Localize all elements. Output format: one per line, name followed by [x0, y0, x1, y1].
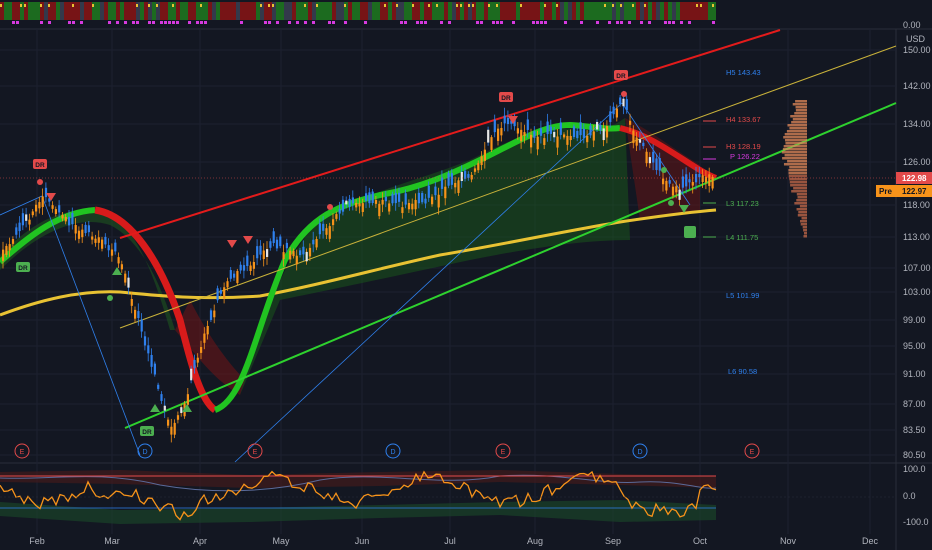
volume-profile [781, 100, 807, 238]
event-label: D [142, 449, 147, 456]
event-label: E [750, 449, 755, 456]
time-axis-label: Aug [527, 536, 543, 546]
event-label: E [253, 449, 258, 456]
signal-tag-top-3: DR [616, 73, 626, 80]
price-axis-label: 103.00 [903, 287, 931, 297]
pivot-l4: L4 111.75 [726, 233, 758, 242]
time-axis-label: Nov [780, 536, 797, 546]
pre-market-badge: Pre 122.97 [876, 185, 932, 197]
pivot-h4: H4 133.67 [726, 115, 761, 124]
time-axis[interactable]: Feb Mar Apr May Jun Jul Aug Sep Oct Nov Dec [29, 536, 878, 546]
time-axis-label: Apr [193, 536, 207, 546]
pivot-l5: L5 101.99 [726, 291, 759, 300]
pivot-l6: L6 90.58 [728, 367, 757, 376]
trend-cloud [0, 118, 700, 395]
time-axis-label: Jun [355, 536, 370, 546]
top-indicator-panel [0, 0, 896, 26]
time-axis-label: Jul [444, 536, 456, 546]
pre-market-label: Pre [879, 187, 892, 196]
last-price-badge: 122.98 [896, 172, 932, 184]
pivot-l3: L3 117.23 [726, 199, 759, 208]
price-axis-label: 113.00 [903, 232, 930, 242]
time-axis-label: Sep [605, 536, 621, 546]
time-axis-label: May [272, 536, 290, 546]
signal-tag-bottom-1: DR [18, 265, 28, 272]
price-axis-label: 150.00 [903, 45, 931, 55]
signal-tag-top-2: DR [501, 95, 511, 102]
channel-mid-line [119, 45, 897, 329]
currency-label: USD [906, 34, 926, 44]
chart-canvas[interactable]: 0.00 H5 143.43 H4 133.67 H3 128.19 P 126… [0, 0, 932, 550]
time-axis-label: Feb [29, 536, 45, 546]
event-label: E [501, 449, 506, 456]
pivot-p: P 126.22 [730, 152, 760, 161]
pre-market-value: 122.97 [902, 187, 927, 196]
osc-axis-bottom: -100.0 [903, 517, 929, 527]
pivot-h3: H3 128.19 [726, 142, 761, 151]
price-axis-label: 118.00 [903, 200, 930, 210]
event-label: D [390, 449, 395, 456]
osc-axis-mid: 0.0 [903, 491, 916, 501]
pivot-h5: H5 143.43 [726, 68, 761, 77]
time-axis-label: Dec [862, 536, 879, 546]
price-axis-label: 142.00 [903, 81, 931, 91]
time-axis-label: Oct [693, 536, 708, 546]
price-axis[interactable]: 150.00 142.00 134.00 126.00 118.00 113.00 107.… [903, 45, 931, 460]
price-axis-label: 95.00 [903, 341, 926, 351]
time-axis-label: Mar [104, 536, 120, 546]
signal-tag-bottom-2: DR [142, 429, 152, 436]
grid-lines [0, 29, 896, 534]
ribbon-red-1 [94, 206, 218, 413]
event-label: E [20, 449, 25, 456]
event-label: D [637, 449, 642, 456]
osc-axis-top: 100.0 [903, 464, 926, 474]
price-axis-label: 80.50 [903, 450, 926, 460]
price-axis-label: 134.00 [903, 119, 931, 129]
price-axis-label: 83.50 [903, 425, 926, 435]
oscillator-panel [0, 470, 896, 524]
price-axis-label: 91.00 [903, 369, 926, 379]
events-row: EDEDEDE [14, 443, 760, 459]
last-price-value: 122.98 [902, 174, 927, 183]
price-axis-label: 126.00 [903, 157, 931, 167]
price-axis-label: 107.00 [903, 263, 931, 273]
price-axis-label: 87.00 [903, 399, 926, 409]
price-axis-label: 99.00 [903, 315, 926, 325]
pivot-levels: H5 143.43 H4 133.67 H3 128.19 P 126.22 L… [703, 68, 761, 376]
signal-tag-top-1: DR [35, 162, 45, 169]
